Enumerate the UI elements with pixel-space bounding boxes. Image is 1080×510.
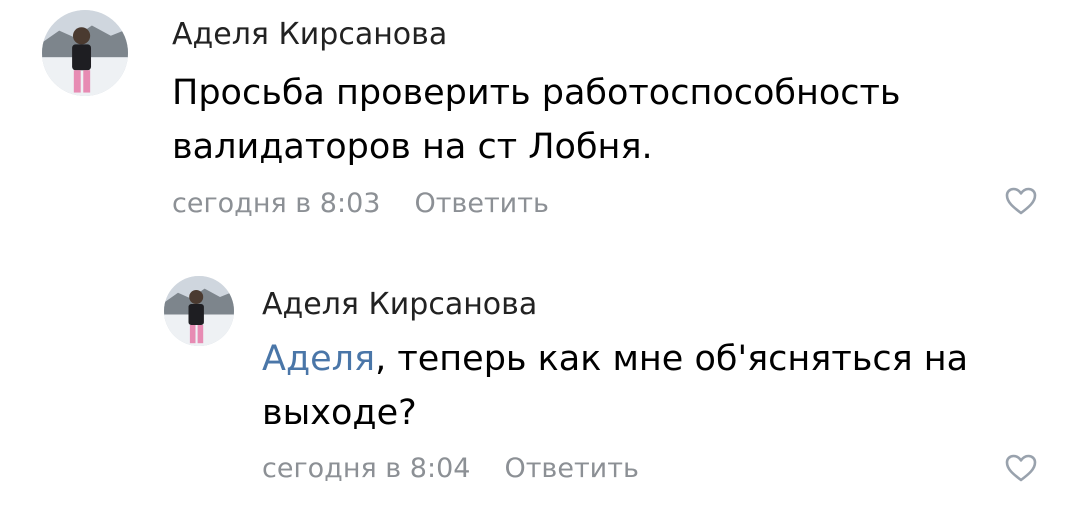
avatar-photo — [164, 276, 234, 346]
like-button-graphic — [1005, 187, 1037, 215]
reply-button[interactable]: Ответить — [414, 188, 548, 219]
like-button-graphic — [1005, 454, 1037, 482]
avatar[interactable] — [42, 10, 128, 96]
avatar-photo — [42, 10, 128, 96]
reply-button[interactable]: Ответить — [504, 453, 638, 484]
comment-author[interactable]: Аделя Кирсанова — [262, 290, 537, 320]
comment-meta: сегодня в 8:03 Ответить — [172, 190, 549, 217]
heart-outline-icon[interactable] — [1004, 186, 1038, 216]
comment-author[interactable]: Аделя Кирсанова — [172, 20, 447, 50]
comment-text: Просьба проверить работоспособность вали… — [172, 73, 901, 167]
comment-time: сегодня в 8:04 — [262, 453, 471, 484]
avatar[interactable] — [164, 276, 234, 346]
mention-link[interactable]: Аделя — [262, 339, 375, 379]
comment-text: Аделя, теперь как мне об'ясняться на вых… — [262, 332, 1042, 440]
comment-meta: сегодня в 8:04 Ответить — [262, 455, 639, 482]
heart-outline-icon[interactable] — [1004, 453, 1038, 483]
comment-time: сегодня в 8:03 — [172, 188, 381, 219]
